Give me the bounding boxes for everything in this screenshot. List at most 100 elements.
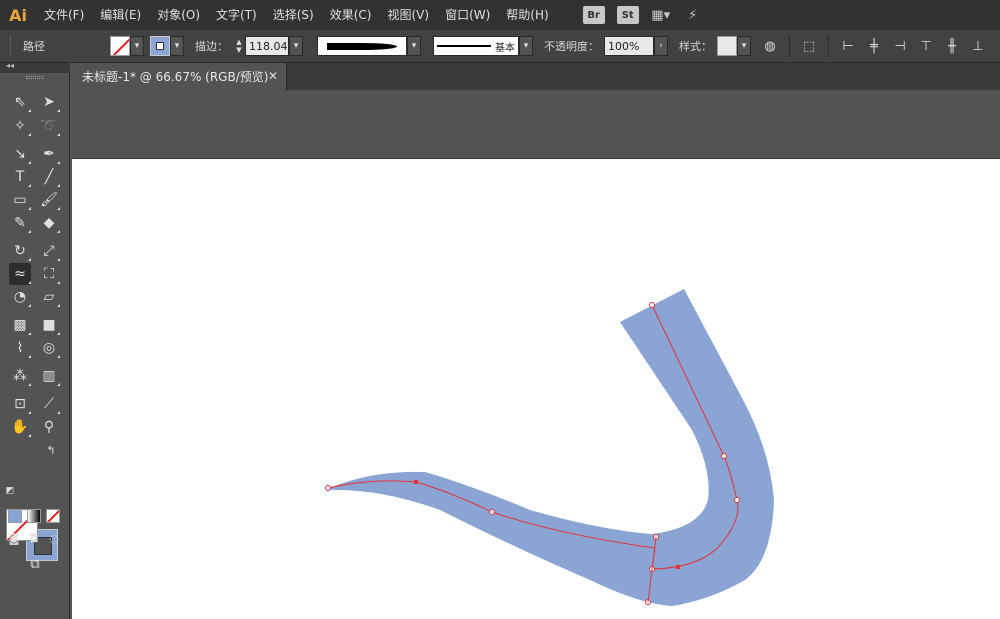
stroke-color-swatch[interactable] xyxy=(150,36,170,56)
control-bar: 路径 ▾ ▾ 描边： ▲ ▼ 118.04 ▾ ▾ 基本 ▾ 不透明度： 100%… xyxy=(0,30,1000,63)
opacity-input[interactable]: 100% xyxy=(604,36,654,56)
graphic-style-swatch[interactable] xyxy=(717,36,737,56)
paintbrush-icon[interactable]: 🖌 xyxy=(38,189,60,211)
document-tab[interactable]: 未标题-1* @ 66.67% (RGB/预览) ✕ xyxy=(72,63,287,90)
brush-label: 基本 xyxy=(495,42,515,54)
align-middle-icon[interactable]: ╫ xyxy=(942,36,962,56)
anchor-point[interactable] xyxy=(649,302,655,308)
menu-select[interactable]: 选择(S) xyxy=(265,0,322,30)
stroke-weight-dropdown[interactable]: ▾ xyxy=(289,36,303,56)
curvature-tool-icon[interactable]: ↘ xyxy=(9,143,31,165)
menu-window[interactable]: 窗口(W) xyxy=(437,0,498,30)
selection-tool-icon[interactable]: ⇖ xyxy=(9,91,31,113)
close-tab-icon[interactable]: ✕ xyxy=(268,69,278,83)
zoom-icon[interactable]: ⚲ xyxy=(38,416,60,438)
align-left-icon[interactable]: ⊢ xyxy=(838,36,858,56)
tools-panel: ◂◂ ⇖ ➤ ✧ ➰ ↘ ✒ T ╱ ▭ 🖌 ✎ ◆ ↻ ⤢ ≈ ⛶ ◔ ▱ ▩… xyxy=(0,61,70,619)
screen-mode-icon[interactable]: ⧉ xyxy=(24,555,46,573)
stroke-dropdown[interactable]: ▾ xyxy=(170,36,184,56)
stroke-weight-stepper[interactable]: ▲ ▼ xyxy=(233,36,245,56)
style-label: 样式： xyxy=(679,40,712,53)
anchor-point[interactable] xyxy=(325,485,331,491)
pasteboard[interactable] xyxy=(72,90,1000,159)
type-icon[interactable]: T xyxy=(9,166,31,188)
scale-icon[interactable]: ⤢ xyxy=(38,240,60,262)
free-transform-icon[interactable]: ⛶ xyxy=(38,263,60,285)
draw-normal-icon[interactable]: ◙ xyxy=(6,530,22,546)
lasso-icon[interactable]: ➰ xyxy=(38,115,60,137)
magic-wand-icon[interactable]: ✧ xyxy=(9,115,31,137)
symbol-sprayer-icon[interactable]: ⁂ xyxy=(9,365,31,387)
tools-panel-grip[interactable] xyxy=(26,76,44,79)
align-top-icon[interactable]: ⊤ xyxy=(916,36,936,56)
column-graph-icon[interactable]: ▥ xyxy=(38,365,60,387)
transform-icon[interactable]: ⬚ xyxy=(799,36,819,56)
fill-dropdown[interactable]: ▾ xyxy=(130,36,144,56)
anchor-point[interactable] xyxy=(676,565,680,569)
swap-fill-stroke-icon[interactable]: ↰ xyxy=(44,443,58,457)
shape-builder-icon[interactable]: ◔ xyxy=(9,286,31,308)
rectangle-icon[interactable]: ▭ xyxy=(9,189,31,211)
gradient-icon[interactable]: ■ xyxy=(38,314,60,336)
brush-definition[interactable]: 基本 xyxy=(433,36,519,56)
none-mode-icon[interactable] xyxy=(46,509,60,523)
anchor-point[interactable] xyxy=(734,497,740,503)
app-logo: Ai xyxy=(9,5,27,25)
mesh-icon[interactable]: ▩ xyxy=(9,314,31,336)
shaper-tool-icon[interactable]: ✎ xyxy=(9,212,31,234)
width-tool-icon[interactable]: ≈ xyxy=(9,263,31,285)
gpu-performance-icon[interactable]: ⚡ xyxy=(681,5,705,25)
artwork-canvas[interactable] xyxy=(72,159,1000,619)
style-dropdown[interactable]: ▾ xyxy=(737,36,751,56)
line-segment-icon[interactable]: ╱ xyxy=(38,166,60,188)
document-tab-title: 未标题-1* @ 66.67% (RGB/预览) xyxy=(82,70,269,84)
stroke-label[interactable]: 描边： xyxy=(190,38,233,54)
menu-file[interactable]: 文件(F) xyxy=(36,0,92,30)
control-bar-grip[interactable] xyxy=(10,36,14,56)
blend-icon[interactable]: ◎ xyxy=(38,337,60,359)
artboard-tool-icon[interactable]: ⊡ xyxy=(9,393,31,415)
pen-icon[interactable]: ✒ xyxy=(38,143,60,165)
tools-panel-header[interactable]: ◂◂ xyxy=(0,61,70,73)
color-mode-icon[interactable] xyxy=(8,509,22,523)
menu-object[interactable]: 对象(O) xyxy=(149,0,208,30)
artboard[interactable] xyxy=(72,159,1000,619)
workspace-layout-icon[interactable]: ▦▾ xyxy=(649,5,673,25)
menu-type[interactable]: 文字(T) xyxy=(208,0,265,30)
bridge-button[interactable]: Br xyxy=(582,6,605,24)
anchor-point[interactable] xyxy=(721,453,727,459)
rotate-icon[interactable]: ↻ xyxy=(9,240,31,262)
menu-effect[interactable]: 效果(C) xyxy=(322,0,380,30)
perspective-grid-icon[interactable]: ▱ xyxy=(38,286,60,308)
direct-selection-tool-icon[interactable]: ➤ xyxy=(38,91,60,113)
menu-edit[interactable]: 编辑(E) xyxy=(92,0,149,30)
recolor-artwork-icon[interactable]: ◍ xyxy=(760,36,780,56)
fill-color-swatch[interactable] xyxy=(110,36,130,56)
menu-help[interactable]: 帮助(H) xyxy=(498,0,556,30)
gradient-mode-icon[interactable] xyxy=(27,509,41,523)
menu-view[interactable]: 视图(V) xyxy=(379,0,437,30)
selection-type-label: 路径 xyxy=(23,40,45,53)
brush-dropdown[interactable]: ▾ xyxy=(519,36,533,56)
menu-bar: Ai 文件(F) 编辑(E) 对象(O) 文字(T) 选择(S) 效果(C) 视… xyxy=(0,0,1000,30)
eyedropper-icon[interactable]: ⌇ xyxy=(9,337,31,359)
hand-icon[interactable]: ✋ xyxy=(9,416,31,438)
anchor-point[interactable] xyxy=(489,509,495,515)
anchor-point[interactable] xyxy=(414,480,418,484)
document-tab-bar: 未标题-1* @ 66.67% (RGB/预览) ✕ xyxy=(72,63,1000,90)
variable-width-profile[interactable] xyxy=(317,36,407,56)
default-colors-icon[interactable]: ◩ xyxy=(4,485,16,497)
draw-behind-icon[interactable]: ◘ xyxy=(26,530,42,546)
slice-icon[interactable]: ⟋ xyxy=(38,393,60,415)
align-center-icon[interactable]: ╪ xyxy=(864,36,884,56)
opacity-dropdown[interactable]: › xyxy=(654,36,668,56)
opacity-label[interactable]: 不透明度： xyxy=(539,38,604,54)
stock-button[interactable]: St xyxy=(616,6,639,24)
draw-inside-icon[interactable]: ◌ xyxy=(46,530,62,546)
align-bottom-icon[interactable]: ⊥ xyxy=(968,36,988,56)
eraser-icon[interactable]: ◆ xyxy=(38,212,60,234)
stroke-weight-input[interactable]: 118.04 xyxy=(245,36,289,56)
stroked-shape[interactable] xyxy=(325,289,774,606)
align-right-icon[interactable]: ⊣ xyxy=(890,36,910,56)
profile-dropdown[interactable]: ▾ xyxy=(407,36,421,56)
